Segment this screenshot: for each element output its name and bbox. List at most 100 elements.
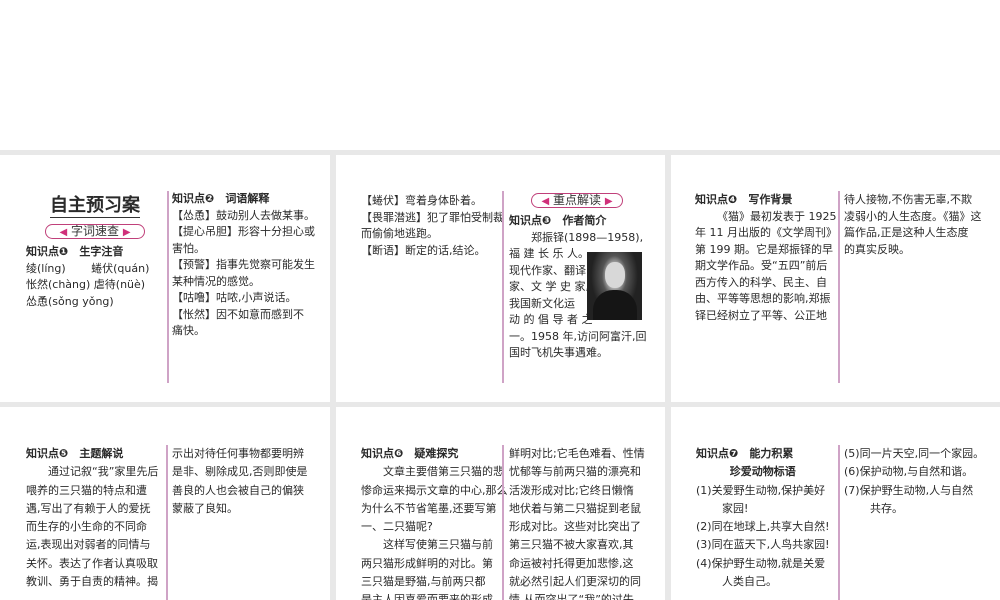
text-line: 三只猫是野猫,与前两只都 <box>361 575 486 589</box>
author-photo <box>587 252 642 320</box>
text-line: 喂养的三只猫的特点和遭 <box>26 483 147 497</box>
text-line: (2)同在地球上,共享大自然! <box>696 520 830 534</box>
text-line: 由、平等等思想的影响,郑振 <box>695 292 831 305</box>
text-line: 是非、剔除成见,否则即使是 <box>172 465 308 479</box>
right-column: 待人接物,不伤害无辜,不欺 凌弱小的人生态度。《猫》这 篇作品,正是这种人生态度 的真… <box>844 192 982 258</box>
top-blank-area <box>0 0 1000 150</box>
left-column: 知识点❼ 能力积累珍爱动物标语 (1)关爱野生动物,保护美好家园! (2)同在地球上… <box>696 445 830 591</box>
section-heading: 知识点❷ 词语解释 <box>172 192 270 205</box>
text-line: 人类自己。 <box>722 575 777 589</box>
right-column: (5)同一片天空,同一个家园。 (6)保护动物,与自然和谐。 (7)保护野生动物,人… <box>844 445 984 518</box>
text-line: (1)关爱野生动物,保护美好 <box>696 483 826 497</box>
text-line: 铎已经树立了平等、公正地 <box>695 308 827 322</box>
section-heading: 知识点❸ 作者简介 <box>509 214 607 227</box>
text-line: 痛快。 <box>172 324 205 337</box>
text-line: 【断语】断定的话,结论。 <box>361 243 486 257</box>
text-line: 期文学作品。受“五四”前后 <box>695 259 828 272</box>
text-line: 【怅然】因不如意而感到不 <box>172 307 304 321</box>
text-line: 年 11 月出版的《文学周刊》 <box>695 226 837 239</box>
section-heading: 知识点❼ 能力积累 <box>696 447 794 460</box>
text-line: 一。1958 年,访问阿富汗,回 <box>509 329 647 343</box>
text-line: 的真实反映。 <box>844 242 910 256</box>
section-badge: ◀ 字词速查 ▶ <box>45 224 145 239</box>
text-line: 就必然引起人们更深切的同 <box>509 575 641 589</box>
text-line: 遇,写出了有赖于人的爱抚 <box>26 501 151 515</box>
text-line: (4)保护野生动物,就是关爱 <box>696 556 826 570</box>
text-line: 命运被衬托得更加悲惨,这 <box>509 556 634 570</box>
text-line: 蒙蔽了良知。 <box>172 501 238 515</box>
text-line: 这样写使第三只猫与前 <box>383 538 493 552</box>
text-line: 西方传入的科学、民主、自 <box>695 275 827 289</box>
slide-thumbnail-6[interactable]: 知识点❼ 能力积累珍爱动物标语 (1)关爱野生动物,保护美好家园! (2)同在地球上… <box>671 407 1000 600</box>
text-line: 《猫》最初发表于 1925 <box>717 209 837 223</box>
column-divider <box>502 445 504 600</box>
text-line: 一、二只猫呢? <box>361 520 433 534</box>
text-line: 【预警】指事先觉察可能发生 <box>172 258 315 271</box>
text-line: 【提心吊胆】形容十分担心或 <box>172 225 315 238</box>
text-line: 【蜷伏】弯着身体卧着。 <box>361 194 482 207</box>
text-line: 教训、勇于自责的精神。揭 <box>26 575 158 589</box>
text-line: 忧郁等与前两只猫的漂亮和 <box>509 465 641 479</box>
text-line: (6)保护动物,与自然和谐。 <box>844 465 974 479</box>
text-line: 两只猫形成鲜明的对比。第 <box>361 556 493 570</box>
text-line: 通过记叙“我”家里先后 <box>48 465 159 479</box>
text-line: (5)同一片天空,同一个家园。 <box>844 447 985 460</box>
text-line: (7)保护野生动物,人与自然 <box>844 483 974 497</box>
text-line: 凌弱小的人生态度。《猫》这 <box>844 209 982 223</box>
text-line: 家园! <box>722 501 749 515</box>
text-line: 共存。 <box>870 501 903 515</box>
left-column: 【蜷伏】弯着身体卧着。 【畏罪潜逃】犯了罪怕受制裁 而偷偷地逃跑。 【断语】断定的话,… <box>361 193 504 259</box>
column-divider <box>502 191 504 383</box>
section-heading: 珍爱动物标语 <box>729 465 796 479</box>
badge-label: 重点解读 <box>552 193 601 207</box>
slide-thumbnail-2[interactable]: 【蜷伏】弯着身体卧着。 【畏罪潜逃】犯了罪怕受制裁 而偷偷地逃跑。 【断语】断定的话,… <box>336 155 665 402</box>
left-column: 知识点❺ 主题解说通过记叙“我”家里先后喂养的三只猫的特点和遭 遇,写出了有赖于人… <box>26 445 158 591</box>
section-heading: 知识点❶ 生字注音 <box>26 245 124 258</box>
text-line: 活泼形成对比;它终日懒惰 <box>509 483 634 497</box>
column-divider <box>838 191 840 383</box>
section-badge: ◀ 重点解读 ▶ <box>531 193 623 208</box>
text-line: 是主人因喜爱而要来的形成 <box>361 593 493 600</box>
slide-thumbnail-1[interactable]: 自主预习案 ◀ 字词速查 ▶ 知识点❶ 生字注音绫(líng) 蜷伏(quán)… <box>0 155 330 402</box>
text-line: 形成对比。这些对比突出了 <box>509 520 641 534</box>
text-line: 郑振铎(1898—1958), <box>531 230 644 244</box>
badge-label: 字词速查 <box>70 224 119 238</box>
column-divider <box>166 445 168 600</box>
text-line: 鲜明对比;它毛色难看、性情 <box>509 447 645 460</box>
slide-thumbnail-5[interactable]: 知识点❻ 疑难探究文章主要借第三只猫的悲惨命运来揭示文章的中心,那么 为什么不节省… <box>336 407 665 600</box>
right-column: 鲜明对比;它毛色难看、性情 忧郁等与前两只猫的漂亮和 活泼形成对比;它终日懒惰 地伏着… <box>509 445 645 600</box>
section-heading: 知识点❹ 写作背景 <box>695 193 793 206</box>
text-line: 为什么不节省笔墨,还要写第 <box>361 501 497 515</box>
slide-thumbnail-4[interactable]: 知识点❺ 主题解说通过记叙“我”家里先后喂养的三只猫的特点和遭 遇,写出了有赖于人… <box>0 407 330 600</box>
text-line: 情,从而突出了“我”的过失 <box>509 593 634 600</box>
text-line: (3)同在蓝天下,人鸟共家园! <box>696 538 830 552</box>
text-line: 第 199 期。它是郑振铎的早 <box>695 242 833 256</box>
right-column: 示出对待任何事物都要明辨 是非、剔除成见,否则即使是 善良的人也会被自己的偏狭 蒙蔽了… <box>172 445 308 518</box>
slide-thumbnail-3[interactable]: 知识点❹ 写作背景《猫》最初发表于 1925 年 11 月出版的《文学周刊》第 1… <box>671 155 1000 402</box>
text-line: 怅然(chàng) 虐待(nüè) <box>26 278 146 291</box>
left-column: 知识点❻ 疑难探究文章主要借第三只猫的悲惨命运来揭示文章的中心,那么 为什么不节省… <box>361 445 508 600</box>
text-line: 某种情况的感觉。 <box>172 274 260 288</box>
text-line: 地伏着与第二只猫捉到老鼠 <box>509 501 641 515</box>
text-line: 善良的人也会被自己的偏狭 <box>172 483 304 497</box>
text-line: 国时飞机失事遇难。 <box>509 346 608 359</box>
text-line: 关怀。表达了作者认真吸取 <box>26 556 158 570</box>
section-title: 自主预习案 <box>50 195 140 218</box>
text-line: 篇作品,正是这种人生态度 <box>844 226 969 239</box>
text-line: 文章主要借第三只猫的悲 <box>383 465 504 479</box>
left-column: 知识点❶ 生字注音绫(líng) 蜷伏(quán) 怅然(chàng) 虐待(nü… <box>26 244 149 310</box>
text-line: 运,表现出对弱者的同情与 <box>26 538 151 552</box>
text-line: 【咕噜】咕哝,小声说话。 <box>172 291 297 304</box>
column-divider <box>838 445 840 600</box>
text-line: 害怕。 <box>172 241 205 255</box>
text-line: 第三只猫不被大家喜欢,其 <box>509 538 634 552</box>
section-heading: 知识点❻ 疑难探究 <box>361 447 459 460</box>
right-column: 知识点❷ 词语解释【怂恿】鼓动别人去做某事。 【提心吊胆】形容十分担心或 害怕。【预… <box>172 191 315 340</box>
text-line: 【怂恿】鼓动别人去做某事。 <box>172 208 315 222</box>
section-heading: 知识点❺ 主题解说 <box>26 447 124 460</box>
text-line: 怂恿(sǒng yǒng) <box>26 294 114 308</box>
text-line: 惨命运来揭示文章的中心,那么 <box>361 483 508 497</box>
left-column: 知识点❹ 写作背景《猫》最初发表于 1925 年 11 月出版的《文学周刊》第 1… <box>695 192 837 324</box>
text-line: 绫(líng) 蜷伏(quán) <box>26 261 150 275</box>
text-line: 【畏罪潜逃】犯了罪怕受制裁 <box>361 210 504 224</box>
